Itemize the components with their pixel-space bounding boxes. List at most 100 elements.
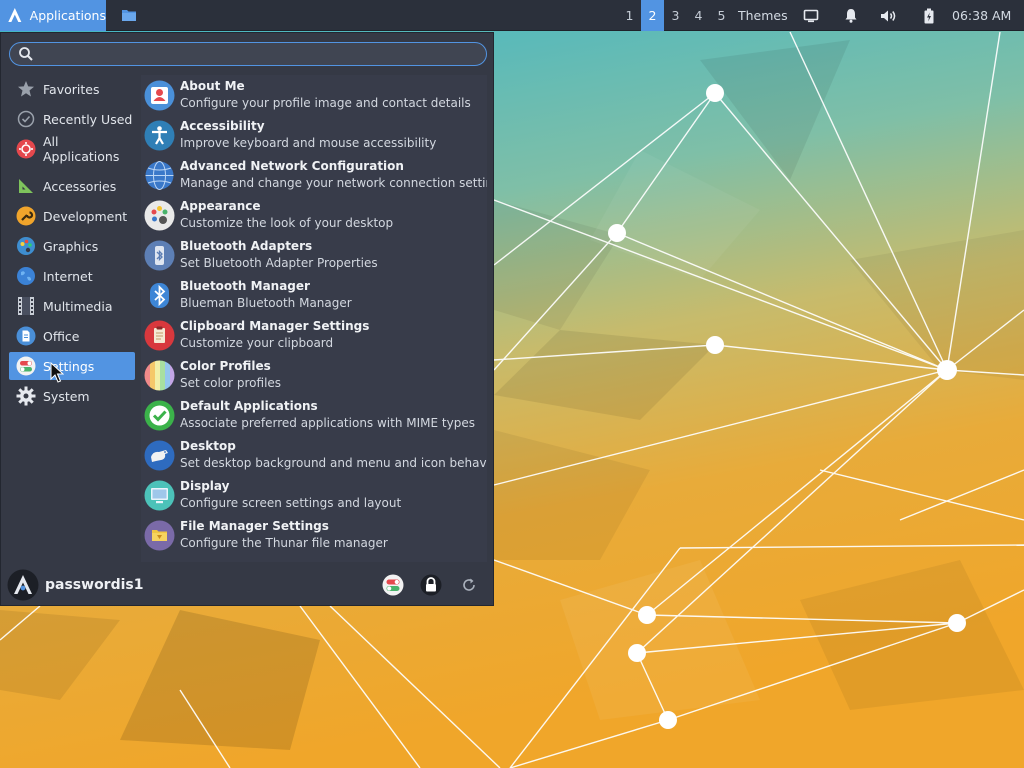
desktop-mouse-icon bbox=[144, 440, 175, 470]
app-file-manager-settings[interactable]: File Manager Settings Configure the Thuna… bbox=[141, 515, 487, 555]
app-name: About Me bbox=[180, 79, 245, 93]
category-development[interactable]: Development bbox=[9, 202, 135, 230]
app-name: Clipboard Manager Settings bbox=[180, 319, 370, 333]
category-label: Accessories bbox=[43, 178, 117, 194]
category-recently-used[interactable]: Recently Used bbox=[9, 105, 135, 133]
app-about-me[interactable]: About Me Configure your profile image and… bbox=[141, 75, 487, 115]
workspace-5[interactable]: 5 bbox=[710, 0, 733, 31]
clipboard-icon bbox=[144, 320, 175, 350]
applications-menu-button[interactable]: Applications bbox=[0, 0, 106, 31]
color-profiles-icon bbox=[144, 360, 175, 390]
settings-manager-button[interactable] bbox=[381, 573, 405, 597]
screen-icon[interactable] bbox=[798, 0, 824, 31]
network-globe-icon bbox=[145, 160, 174, 190]
workspace-switcher: 1 2 3 4 5 bbox=[618, 0, 733, 31]
app-desktop[interactable]: Desktop Set desktop background and menu a… bbox=[141, 435, 487, 475]
top-panel: Applications 1 2 3 4 5 Themes 06:38 AM bbox=[0, 0, 1024, 31]
category-graphics[interactable]: Graphics bbox=[9, 232, 135, 260]
globe-icon bbox=[15, 265, 37, 287]
app-accessibility[interactable]: Accessibility Improve keyboard and mouse … bbox=[141, 115, 487, 155]
app-description: Blueman Bluetooth Manager bbox=[180, 296, 352, 310]
all-apps-icon bbox=[15, 138, 37, 160]
app-bluetooth-manager[interactable]: Bluetooth Manager Blueman Bluetooth Manag… bbox=[141, 275, 487, 315]
document-icon bbox=[15, 325, 37, 347]
applications-label: Applications bbox=[29, 7, 106, 23]
search-icon bbox=[19, 47, 33, 61]
category-internet[interactable]: Internet bbox=[9, 262, 135, 290]
search-input[interactable] bbox=[38, 44, 486, 64]
battery-charging-icon[interactable] bbox=[916, 0, 942, 31]
app-description: Associate preferred applications with MI… bbox=[180, 416, 475, 430]
film-icon bbox=[15, 295, 37, 317]
themes-button[interactable]: Themes bbox=[732, 0, 794, 31]
category-settings[interactable]: Settings bbox=[9, 352, 135, 380]
user-avatar[interactable] bbox=[7, 569, 39, 601]
app-appearance[interactable]: Appearance Customize the look of your des… bbox=[141, 195, 487, 235]
app-description: Set Bluetooth Adapter Properties bbox=[180, 256, 378, 270]
accessibility-icon bbox=[144, 120, 175, 150]
category-office[interactable]: Office bbox=[9, 322, 135, 350]
app-name: Color Profiles bbox=[180, 359, 271, 373]
workspace-2[interactable]: 2 bbox=[641, 0, 664, 31]
refresh-icon bbox=[463, 578, 475, 591]
application-menu-popup: Favorites Recently Used All Applications… bbox=[0, 32, 494, 606]
category-label: Recently Used bbox=[43, 111, 133, 127]
arch-logo-icon bbox=[8, 8, 22, 22]
search-box[interactable] bbox=[9, 42, 487, 66]
bluetooth-icon bbox=[150, 282, 169, 308]
ruler-icon bbox=[15, 175, 37, 197]
category-multimedia[interactable]: Multimedia bbox=[9, 292, 135, 320]
app-name: Bluetooth Adapters bbox=[180, 239, 313, 253]
app-advanced-network-configuration[interactable]: Advanced Network Configuration Manage and… bbox=[141, 155, 487, 195]
app-name: Display bbox=[180, 479, 230, 493]
user-card-icon bbox=[144, 80, 175, 110]
notification-bell-icon[interactable] bbox=[838, 0, 864, 31]
log-out-button[interactable] bbox=[457, 573, 481, 597]
category-label: Office bbox=[43, 328, 80, 344]
category-label: Multimedia bbox=[43, 298, 113, 314]
app-description: Configure screen settings and layout bbox=[180, 496, 402, 510]
app-description: Configure your profile image and contact… bbox=[180, 96, 471, 110]
file-manager-launcher[interactable] bbox=[114, 0, 144, 31]
username: passwordis1 bbox=[45, 576, 144, 593]
app-display[interactable]: Display Configure screen settings and lay… bbox=[141, 475, 487, 515]
settings-toggle-icon bbox=[15, 355, 37, 377]
category-label: Graphics bbox=[43, 238, 99, 254]
app-description: Improve keyboard and mouse accessibility bbox=[180, 136, 437, 150]
menu-footer: passwordis1 bbox=[1, 563, 493, 606]
star-icon bbox=[15, 78, 37, 100]
app-color-profiles[interactable]: Color Profiles Set color profiles bbox=[141, 355, 487, 395]
category-all-applications[interactable]: All Applications bbox=[9, 134, 135, 164]
category-label: Settings bbox=[43, 358, 95, 374]
app-default-applications[interactable]: Default Applications Associate preferred … bbox=[141, 395, 487, 435]
volume-icon[interactable] bbox=[876, 0, 902, 31]
palette-icon bbox=[15, 235, 37, 257]
app-description: Set color profiles bbox=[180, 376, 282, 390]
category-label: Development bbox=[43, 208, 128, 224]
file-manager-icon bbox=[144, 520, 175, 550]
app-name: Appearance bbox=[180, 199, 261, 213]
settings-toggle-icon bbox=[382, 574, 404, 596]
category-list: Favorites Recently Used All Applications… bbox=[9, 75, 135, 412]
app-name: Desktop bbox=[180, 439, 236, 453]
clock[interactable]: 06:38 AM bbox=[952, 0, 1011, 31]
workspace-1[interactable]: 1 bbox=[618, 0, 641, 31]
category-system[interactable]: System bbox=[9, 382, 135, 410]
wrench-icon bbox=[15, 205, 37, 227]
app-description: Manage and change your network connectio… bbox=[180, 176, 487, 190]
app-description: Configure the Thunar file manager bbox=[180, 536, 388, 550]
folder-icon bbox=[122, 10, 136, 21]
workspace-4[interactable]: 4 bbox=[687, 0, 710, 31]
app-name: Bluetooth Manager bbox=[180, 279, 310, 293]
lock-screen-button[interactable] bbox=[419, 573, 443, 597]
app-bluetooth-adapters[interactable]: Bluetooth Adapters Set Bluetooth Adapter … bbox=[141, 235, 487, 275]
app-description: Customize your clipboard bbox=[180, 336, 334, 350]
category-label: Favorites bbox=[43, 81, 100, 97]
category-favorites[interactable]: Favorites bbox=[9, 75, 135, 103]
category-accessories[interactable]: Accessories bbox=[9, 172, 135, 200]
workspace-3[interactable]: 3 bbox=[664, 0, 687, 31]
clock-icon bbox=[15, 108, 37, 130]
appearance-palette-icon bbox=[144, 200, 175, 230]
app-clipboard-manager-settings[interactable]: Clipboard Manager Settings Customize your… bbox=[141, 315, 487, 355]
app-description: Customize the look of your desktop bbox=[180, 216, 394, 230]
